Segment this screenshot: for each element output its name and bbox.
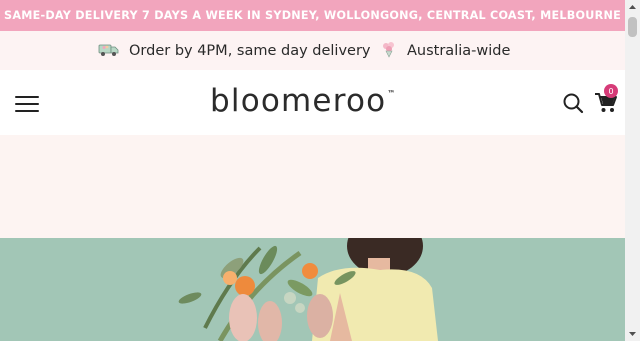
usp-same-day-text: Order by 4PM, same day delivery <box>129 42 371 59</box>
promo-bar[interactable]: SAME-DAY DELIVERY 7 DAYS A WEEK IN SYDNE… <box>0 0 625 31</box>
page: SAME-DAY DELIVERY 7 DAYS A WEEK IN SYDNE… <box>0 0 625 341</box>
logo-trademark: ™ <box>387 89 396 98</box>
banner-placeholder <box>0 135 625 238</box>
usp-same-day: Order by 4PM, same day delivery <box>98 31 371 70</box>
search-icon[interactable] <box>562 92 584 114</box>
hero-photo-illustration <box>178 238 438 341</box>
logo[interactable]: bloomeroo ™ <box>210 81 395 121</box>
usp-australia-wide: Australia-wide <box>380 31 510 70</box>
scroll-thumb[interactable] <box>628 17 637 37</box>
hero-image[interactable] <box>0 238 625 341</box>
usp-bar: Order by 4PM, same day delivery Australi… <box>0 31 625 70</box>
cart-count-badge: 0 <box>604 84 618 98</box>
logo-text: bloomeroo <box>210 83 387 119</box>
scroll-down-arrow-icon[interactable] <box>625 326 640 341</box>
site-header: bloomeroo ™ <box>0 70 625 135</box>
scrollbar[interactable] <box>625 0 640 341</box>
promo-text: SAME-DAY DELIVERY 7 DAYS A WEEK IN SYDNE… <box>4 9 621 22</box>
delivery-van-icon <box>98 41 120 61</box>
scroll-up-arrow-icon[interactable] <box>625 0 640 15</box>
hamburger-menu-icon[interactable] <box>15 96 39 112</box>
flower-bouquet-icon <box>380 40 398 62</box>
usp-australia-wide-text: Australia-wide <box>407 42 511 59</box>
